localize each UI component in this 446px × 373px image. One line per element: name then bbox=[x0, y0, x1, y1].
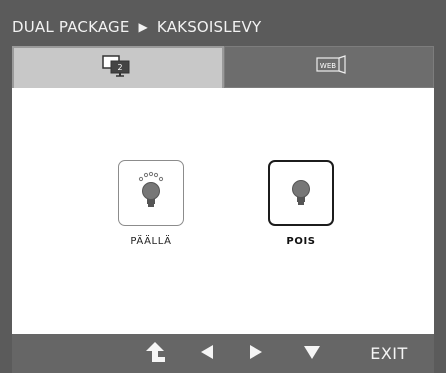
option-on-label: PÄÄLLÄ bbox=[130, 236, 172, 247]
navigation-bar: EXIT bbox=[12, 334, 434, 373]
option-on-button[interactable] bbox=[118, 160, 184, 226]
triangle-left-icon bbox=[199, 344, 215, 364]
breadcrumb-section: DUAL PACKAGE bbox=[12, 18, 130, 36]
return-up-icon bbox=[144, 340, 166, 368]
breadcrumb-page: KAKSOISLEVY bbox=[156, 18, 262, 36]
triangle-right-icon bbox=[248, 344, 264, 364]
triangle-down-icon bbox=[303, 344, 321, 364]
bulb-off-icon bbox=[283, 171, 319, 215]
breadcrumb: DUAL PACKAGE ▶ KAKSOISLEVY bbox=[12, 18, 432, 46]
web-icon: WEB bbox=[309, 54, 349, 80]
option-off[interactable]: POIS bbox=[268, 160, 334, 247]
options-panel: PÄÄLLÄ POIS bbox=[12, 88, 434, 334]
osd-window: DUAL PACKAGE ▶ KAKSOISLEVY 2 WEB PÄÄLLÄ … bbox=[0, 0, 446, 373]
tab-bar: 2 WEB bbox=[12, 46, 434, 88]
exit-button[interactable]: EXIT bbox=[364, 334, 414, 373]
option-off-label: POIS bbox=[286, 236, 316, 247]
tab-web[interactable]: WEB bbox=[224, 46, 434, 88]
svg-text:WEB: WEB bbox=[320, 62, 336, 70]
option-on[interactable]: PÄÄLLÄ bbox=[118, 160, 184, 247]
option-off-button[interactable] bbox=[268, 160, 334, 226]
left-button[interactable] bbox=[192, 334, 222, 373]
svg-text:2: 2 bbox=[117, 63, 122, 72]
back-button[interactable] bbox=[140, 334, 170, 373]
dual-monitor-icon: 2 bbox=[101, 55, 135, 81]
breadcrumb-arrow-icon: ▶ bbox=[138, 20, 148, 34]
tab-dual-monitor[interactable]: 2 bbox=[12, 46, 224, 88]
right-button[interactable] bbox=[241, 334, 271, 373]
down-button[interactable] bbox=[296, 334, 328, 373]
bulb-on-icon bbox=[133, 171, 169, 215]
